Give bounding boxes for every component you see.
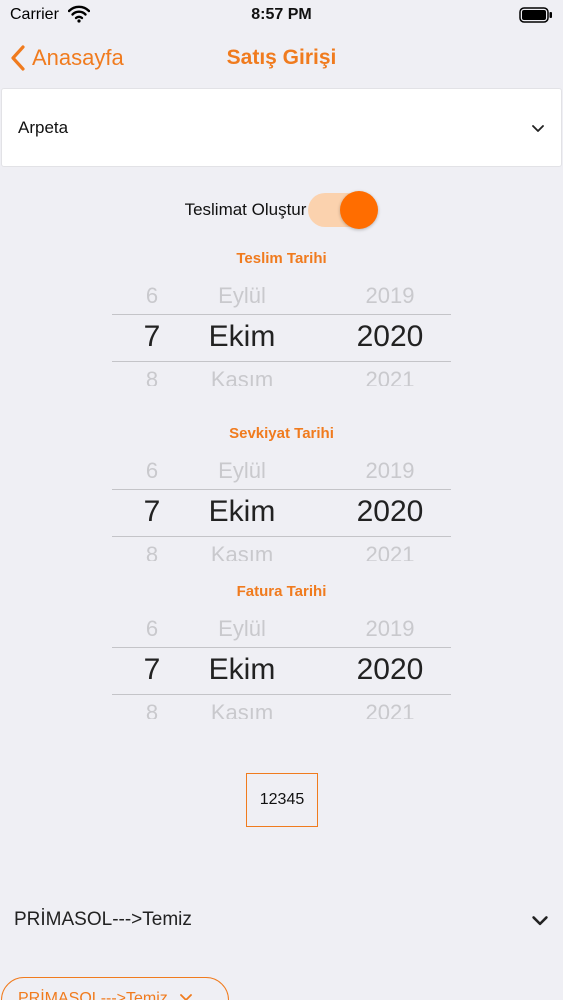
nav-bar: Anasayfa Satış Girişi	[0, 30, 563, 86]
picker-month-next: Kasım	[210, 542, 274, 561]
status-time: 8:57 PM	[251, 6, 312, 23]
picker-day-selected: 7	[143, 653, 161, 686]
picker-divider	[112, 647, 451, 648]
picker-month-selected: Ekim	[208, 320, 276, 353]
picker-month-prev: Eylül	[218, 283, 266, 308]
picker-divider	[112, 314, 451, 315]
delivery-date-label: Teslim Tarihi	[236, 250, 327, 267]
picker-divider	[112, 536, 451, 537]
delivery-toggle[interactable]	[308, 190, 379, 230]
picker-year-selected: 2020	[356, 653, 424, 686]
picker-month-next: Kasım	[210, 367, 274, 386]
picker-divider	[112, 694, 451, 695]
picker-year-prev: 2019	[365, 283, 415, 308]
picker-day-prev: 6	[145, 616, 159, 641]
picker-divider	[112, 489, 451, 490]
chip-close-icon[interactable]	[179, 994, 192, 1000]
picker-divider	[112, 361, 451, 362]
picker-year-selected: 2020	[356, 495, 424, 528]
picker-day-selected: 7	[143, 320, 161, 353]
shipment-date-label: Sevkiyat Tarihi	[229, 425, 334, 442]
picker-month-selected: Ekim	[208, 653, 276, 686]
chevron-down-icon	[532, 916, 548, 926]
status-bar: Carrier 8:57 PM	[0, 0, 563, 30]
invoice-date-label: Fatura Tarihi	[236, 583, 327, 600]
picker-day-next: 8	[145, 367, 159, 386]
delivery-toggle-row: Teslimat Oluştur	[0, 190, 563, 230]
picker-month-selected: Ekim	[208, 495, 276, 528]
shipment-date-picker[interactable]: 6 7 8 Eylül Ekim Kasım 2019 2020 2021	[112, 456, 451, 561]
invoice-date-picker[interactable]: 6 7 8 Eylül Ekim Kasım 2019 2020 2021	[112, 614, 451, 719]
picker-day-next: 8	[145, 542, 159, 561]
page-title: Satış Girişi	[226, 46, 337, 69]
number-input[interactable]: 12345	[246, 773, 318, 827]
battery-icon	[519, 7, 552, 23]
delivery-date-picker[interactable]: 6 7 8 Eylül Ekim Kasım 2019 2020 2021	[112, 281, 451, 386]
picker-month-prev: Eylül	[218, 458, 266, 483]
picker-year-selected: 2020	[356, 320, 424, 353]
chevron-down-icon	[532, 124, 544, 132]
company-select-value: Arpeta	[18, 117, 69, 137]
delivery-toggle-label: Teslimat Oluştur	[184, 200, 307, 219]
picker-year-prev: 2019	[365, 616, 415, 641]
picker-year-prev: 2019	[365, 458, 415, 483]
toggle-knob	[340, 191, 379, 229]
picker-year-next: 2021	[365, 367, 415, 386]
picker-year-next: 2021	[365, 700, 415, 719]
company-select[interactable]: Arpeta	[1, 88, 562, 167]
picker-day-prev: 6	[145, 283, 159, 308]
product-chip-label: PRİMASOL--->Temiz	[18, 990, 168, 1000]
picker-year-next: 2021	[365, 542, 415, 561]
picker-day-prev: 6	[145, 458, 159, 483]
picker-month-next: Kasım	[210, 700, 274, 719]
picker-day-selected: 7	[143, 495, 161, 528]
product-select[interactable]: PRİMASOL--->Temiz	[0, 890, 563, 950]
product-select-value: PRİMASOL--->Temiz	[14, 909, 192, 930]
picker-month-prev: Eylül	[218, 616, 266, 641]
picker-day-next: 8	[145, 700, 159, 719]
product-chip[interactable]: PRİMASOL--->Temiz	[1, 977, 229, 1000]
